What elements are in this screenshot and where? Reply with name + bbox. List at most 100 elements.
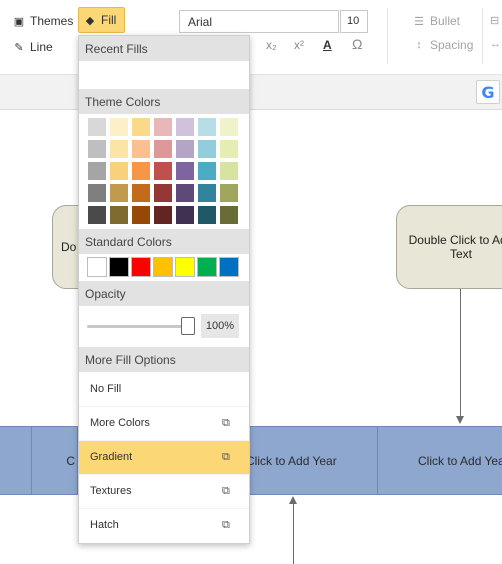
theme-color-swatch[interactable] — [219, 139, 239, 159]
spacing-button[interactable]: ↕ Spacing — [412, 34, 473, 56]
line-label: Line — [30, 40, 53, 54]
recent-fills-header: Recent Fills — [79, 36, 249, 61]
line-button[interactable]: ✎ Line — [12, 36, 53, 58]
font-family-input[interactable]: Arial — [179, 10, 339, 33]
connector-line — [460, 289, 461, 417]
theme-color-swatch[interactable] — [131, 183, 151, 203]
theme-color-swatch[interactable] — [131, 139, 151, 159]
gradient-option[interactable]: Gradient ⧉ — [79, 441, 249, 475]
standard-color-swatch[interactable] — [109, 257, 129, 277]
font-size-input[interactable]: 10 — [340, 10, 368, 33]
theme-color-swatch[interactable] — [219, 161, 239, 181]
theme-color-swatch[interactable] — [109, 161, 129, 181]
line-spacing-icon: ↕ — [416, 39, 422, 51]
theme-color-swatch[interactable] — [109, 205, 129, 225]
theme-color-swatch[interactable] — [153, 205, 173, 225]
opacity-header: Opacity — [79, 281, 249, 306]
themes-label: Themes — [30, 14, 74, 28]
external-link-icon: ⧉ — [222, 450, 230, 463]
toolbar-divider — [482, 8, 483, 64]
theme-color-swatch[interactable] — [131, 161, 151, 181]
more-colors-option[interactable]: More Colors ⧉ — [79, 407, 249, 441]
font-family-value: Arial — [188, 15, 213, 29]
font-color-button[interactable]: A — [323, 38, 332, 52]
bullet-list-icon: ☰ — [414, 15, 424, 28]
fill-label: Fill — [101, 13, 117, 27]
standard-color-swatch[interactable] — [87, 257, 107, 277]
spacing-label: Spacing — [430, 38, 474, 52]
text-node-right-label: Double Click to Add Text — [408, 233, 502, 261]
opacity-slider-track[interactable] — [87, 325, 187, 328]
recent-fills-area — [79, 61, 249, 89]
standard-color-swatch[interactable] — [197, 257, 217, 277]
theme-color-swatch[interactable] — [87, 161, 107, 181]
bullet-button[interactable]: ☰ Bullet — [412, 10, 460, 32]
timeline-cell[interactable]: C — [32, 427, 78, 494]
external-link-icon: ⧉ — [222, 484, 230, 497]
themes-icon: ▣ — [13, 15, 25, 28]
theme-color-swatch[interactable] — [175, 117, 195, 137]
theme-color-swatch[interactable] — [109, 183, 129, 203]
arrow-icon[interactable]: ↔ — [490, 38, 501, 50]
toolbar-divider — [387, 8, 388, 64]
option-label: No Fill — [90, 383, 122, 395]
arrow-head-down — [456, 416, 464, 424]
diagram-canvas[interactable]: Do Double Click to Add Text C Click to A… — [0, 110, 502, 564]
theme-color-swatch[interactable] — [87, 117, 107, 137]
option-label: More Colors — [90, 417, 150, 429]
theme-color-swatch[interactable] — [175, 139, 195, 159]
theme-color-swatch[interactable] — [197, 183, 217, 203]
option-label: Gradient — [90, 451, 133, 463]
theme-color-swatch[interactable] — [153, 183, 173, 203]
theme-color-swatch[interactable] — [87, 139, 107, 159]
standard-colors-header: Standard Colors — [79, 229, 249, 254]
hatch-option[interactable]: Hatch ⧉ — [79, 509, 249, 543]
google-icon[interactable]: G — [476, 80, 500, 104]
theme-color-swatch[interactable] — [197, 117, 217, 137]
theme-color-swatch[interactable] — [219, 205, 239, 225]
standard-color-swatch[interactable] — [175, 257, 195, 277]
ribbon-toolbar: ▣ Themes ✎ Line ◆ Fill Arial 10 x₂ x² A … — [0, 0, 502, 75]
standard-color-swatch[interactable] — [131, 257, 151, 277]
themes-button[interactable]: ▣ Themes — [12, 10, 74, 32]
theme-color-swatch[interactable] — [197, 205, 217, 225]
bullet-label: Bullet — [430, 14, 461, 28]
opacity-slider-thumb[interactable] — [181, 317, 195, 335]
textures-option[interactable]: Textures ⧉ — [79, 475, 249, 509]
theme-color-swatch[interactable] — [197, 139, 217, 159]
no-fill-option[interactable]: No Fill — [79, 373, 249, 407]
option-label: Textures — [90, 485, 132, 497]
theme-color-swatch[interactable] — [87, 183, 107, 203]
text-node-right[interactable]: Double Click to Add Text — [396, 205, 502, 289]
theme-color-swatch[interactable] — [109, 117, 129, 137]
fill-button[interactable]: ◆ Fill — [78, 7, 126, 33]
theme-color-swatch[interactable] — [131, 205, 151, 225]
timeline-cell — [0, 427, 32, 494]
theme-color-swatch[interactable] — [109, 139, 129, 159]
theme-color-swatch[interactable] — [175, 183, 195, 203]
subscript-button[interactable]: x₂ — [266, 38, 277, 52]
font-size-value: 10 — [347, 15, 360, 27]
standard-color-swatch[interactable] — [219, 257, 239, 277]
theme-colors-header: Theme Colors — [79, 89, 249, 114]
theme-color-swatch[interactable] — [153, 117, 173, 137]
pencil-icon: ✎ — [14, 41, 24, 54]
theme-color-swatch[interactable] — [197, 161, 217, 181]
theme-color-swatch[interactable] — [153, 161, 173, 181]
theme-color-swatch[interactable] — [219, 183, 239, 203]
theme-color-swatch[interactable] — [131, 117, 151, 137]
align-icon[interactable]: ⊟ — [490, 14, 499, 27]
external-link-icon: ⧉ — [222, 416, 230, 429]
opacity-value[interactable]: 100% — [201, 314, 239, 338]
theme-color-swatch[interactable] — [175, 161, 195, 181]
theme-color-swatch[interactable] — [175, 205, 195, 225]
special-character-button[interactable]: Ω — [352, 36, 362, 52]
theme-color-swatch[interactable] — [153, 139, 173, 159]
timeline-cell[interactable]: Click to Add Year — [378, 427, 502, 494]
superscript-button[interactable]: x² — [294, 38, 304, 52]
theme-color-swatch[interactable] — [219, 117, 239, 137]
standard-color-swatch[interactable] — [153, 257, 173, 277]
theme-color-swatch[interactable] — [87, 205, 107, 225]
timeline-cell[interactable]: Click to Add Year — [250, 427, 378, 494]
timeline-band[interactable]: C Click to Add Year Click to Add Year — [0, 426, 502, 495]
